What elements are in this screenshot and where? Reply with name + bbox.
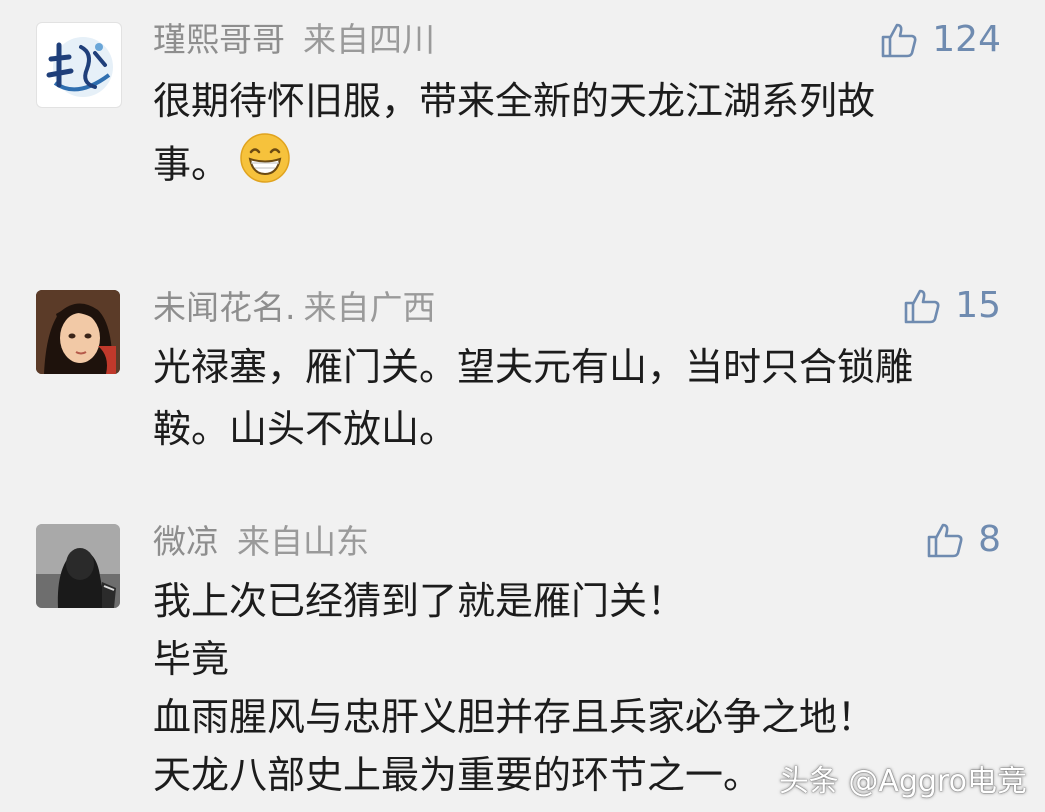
username[interactable]: 未闻花名.: [153, 288, 296, 327]
grinning-face-emoji-icon: [239, 132, 291, 202]
comment-line: 很期待怀旧服，带来全新的天龙江湖系列故: [153, 79, 876, 123]
like-button[interactable]: 8: [926, 520, 1001, 560]
comment-line-with-emoji: 事。: [153, 132, 983, 202]
like-count: 124: [932, 19, 1001, 60]
avatar[interactable]: [36, 524, 120, 608]
comment-line: 毕竟: [153, 637, 230, 681]
comment-text: 很期待怀旧服，带来全新的天龙江湖系列故 事。: [153, 70, 983, 202]
comment-meta: 未闻花名. 来自广西: [153, 288, 436, 328]
avatar[interactable]: [36, 22, 122, 108]
avatar[interactable]: [36, 290, 120, 374]
comment-line: 光禄塞，雁门关。望夫元有山，当时只合锁雕: [153, 345, 914, 389]
like-count: 8: [978, 519, 1001, 560]
comment-text: 光禄塞，雁门关。望夫元有山，当时只合锁雕 鞍。山头不放山。: [153, 336, 983, 460]
thumbs-up-icon: [881, 23, 917, 58]
hooded-figure-avatar-icon: [36, 524, 120, 608]
like-count: 15: [955, 285, 1001, 326]
comment-meta: 瑾熙哥哥 来自四川: [153, 20, 435, 60]
comment-line: 我上次已经猜到了就是雁门关！: [153, 579, 686, 623]
comment-line: 血雨腥风与忠肝义胆并存且兵家必争之地！: [153, 695, 876, 739]
watermark: 头条 @Aggro电竞: [778, 764, 1027, 799]
thumbs-up-icon: [927, 523, 963, 558]
username[interactable]: 瑾熙哥哥: [153, 20, 285, 59]
like-button[interactable]: 15: [903, 286, 1001, 326]
calligraphy-logo-icon: [46, 37, 113, 97]
comment-line: 鞍。山头不放山。: [153, 407, 458, 451]
username[interactable]: 微凉: [153, 522, 219, 561]
thumbs-up-icon: [904, 289, 940, 324]
comment-line: 事。: [153, 142, 230, 187]
like-button[interactable]: 124: [880, 20, 1001, 60]
location: 来自四川: [303, 20, 435, 59]
comment-item: 未闻花名. 来自广西 15 光禄塞，雁门关。望夫元有山，当时只合锁雕 鞍。山头不放…: [0, 268, 1045, 508]
anime-girl-avatar-icon: [36, 290, 120, 374]
comment-meta: 微凉 来自山东: [153, 522, 369, 562]
comment-item: 瑾熙哥哥 来自四川 124 很期待怀旧服，带来全新的天龙江湖系列故 事。: [0, 0, 1045, 260]
location: 来自山东: [237, 522, 369, 561]
location: 来自广西: [303, 288, 436, 327]
